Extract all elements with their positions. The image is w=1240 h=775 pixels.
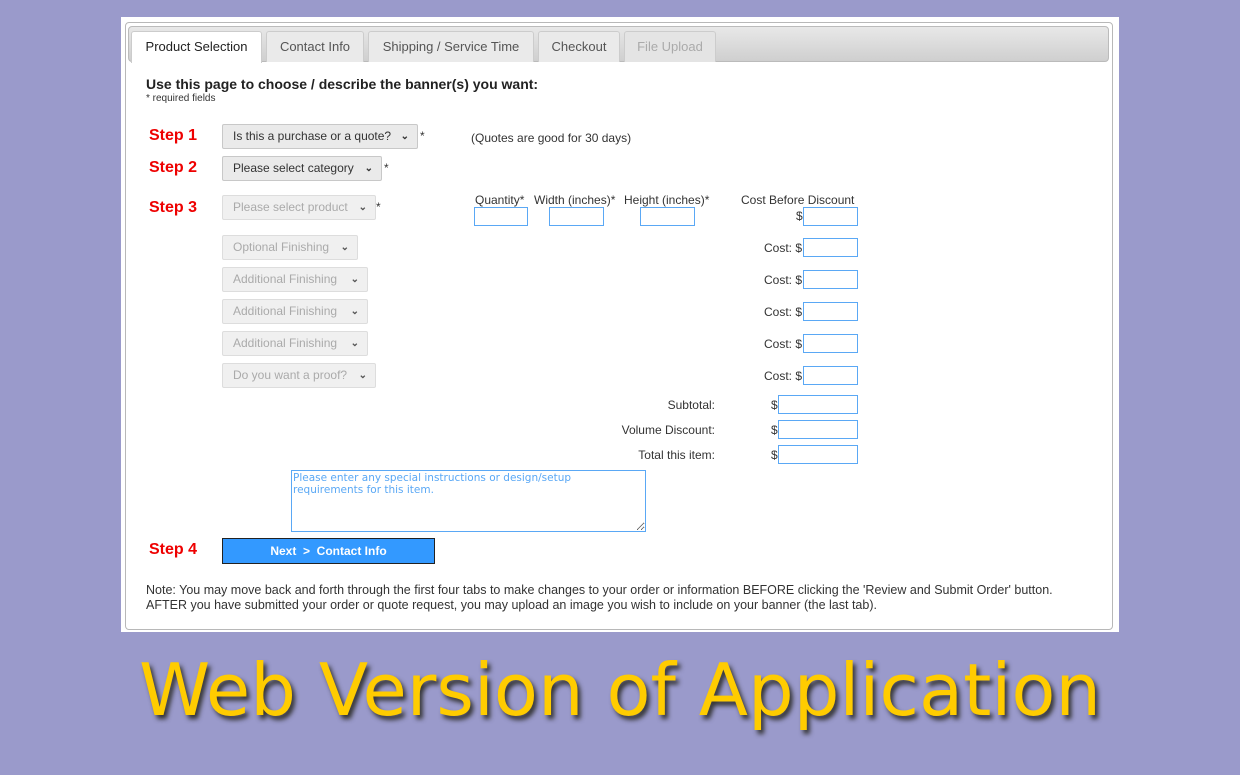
additional-finishing-select-3: Additional Finishing ⌄ xyxy=(222,331,368,356)
navigation-note: Note: You may move back and forth throug… xyxy=(146,583,1053,612)
tab-checkout[interactable]: Checkout xyxy=(538,31,620,62)
required-asterisk: * xyxy=(384,161,389,175)
chevron-down-icon: ⌄ xyxy=(364,163,373,174)
chevron-down-icon: ⌄ xyxy=(400,131,409,142)
select-value: Additional Finishing xyxy=(233,304,338,318)
width-label: Width (inches)* xyxy=(534,193,616,207)
height-label: Height (inches)* xyxy=(624,193,710,207)
select-value: Is this a purchase or a quote? xyxy=(233,129,392,143)
chevron-down-icon: ⌄ xyxy=(340,242,349,253)
dollar-sign: $ xyxy=(771,448,778,462)
cost-label: Cost: $ xyxy=(764,273,803,287)
step-1-label: Step 1 xyxy=(149,127,198,144)
additional-finishing-1-cost-input[interactable] xyxy=(803,270,858,289)
product-select: Please select product ⌄ xyxy=(222,195,376,220)
caption-title: Web Version of Application xyxy=(138,648,1102,732)
required-asterisk: * xyxy=(420,129,425,143)
category-select[interactable]: Please select category ⌄ xyxy=(222,156,382,181)
chevron-down-icon: ⌄ xyxy=(350,274,359,285)
required-asterisk: * xyxy=(376,200,381,214)
select-value: Do you want a proof? xyxy=(233,368,348,382)
proof-cost-input[interactable] xyxy=(803,366,858,385)
proof-select: Do you want a proof? ⌄ xyxy=(222,363,376,388)
special-instructions-textarea[interactable] xyxy=(291,470,646,532)
select-value: Optional Finishing xyxy=(233,240,330,254)
tab-shipping-service-time[interactable]: Shipping / Service Time xyxy=(368,31,534,62)
subtotal-input[interactable] xyxy=(778,395,858,414)
tab-product-selection[interactable]: Product Selection xyxy=(131,31,262,63)
total-item-input[interactable] xyxy=(778,445,858,464)
chevron-down-icon: ⌄ xyxy=(350,338,359,349)
dollar-sign: $ xyxy=(771,398,778,412)
additional-finishing-2-cost-input[interactable] xyxy=(803,302,858,321)
height-input[interactable] xyxy=(640,207,695,226)
dollar-sign: $ xyxy=(771,423,778,437)
next-contact-info-button[interactable]: Next > Contact Info xyxy=(222,538,435,564)
width-input[interactable] xyxy=(549,207,604,226)
select-value: Additional Finishing xyxy=(233,336,338,350)
chevron-down-icon: ⌄ xyxy=(358,202,367,213)
select-value: Please select category xyxy=(233,161,354,175)
chevron-down-icon: ⌄ xyxy=(358,370,367,381)
quantity-label: Quantity* xyxy=(475,193,525,207)
volume-discount-label: Volume Discount: xyxy=(621,423,715,437)
cost-label: Cost: $ xyxy=(764,369,803,383)
cost-before-discount-input[interactable] xyxy=(803,207,858,226)
cost-before-discount-label: Cost Before Discount xyxy=(741,193,855,207)
step-3-label: Step 3 xyxy=(149,199,198,216)
optional-finishing-cost-input[interactable] xyxy=(803,238,858,257)
cost-label: Cost: $ xyxy=(764,337,803,351)
additional-finishing-3-cost-input[interactable] xyxy=(803,334,858,353)
required-note: * required fields xyxy=(146,93,216,104)
purchase-or-quote-select[interactable]: Is this a purchase or a quote? ⌄ xyxy=(222,124,418,149)
step-2-label: Step 2 xyxy=(149,159,198,176)
additional-finishing-select-1: Additional Finishing ⌄ xyxy=(222,267,368,292)
step-4-label: Step 4 xyxy=(149,541,198,558)
select-value: Additional Finishing xyxy=(233,272,338,286)
chevron-down-icon: ⌄ xyxy=(350,306,359,317)
quantity-input[interactable] xyxy=(474,207,528,226)
additional-finishing-select-2: Additional Finishing ⌄ xyxy=(222,299,368,324)
quote-validity-note: (Quotes are good for 30 days) xyxy=(471,131,632,145)
dollar-sign: $ xyxy=(796,209,803,223)
page-heading: Use this page to choose / describe the b… xyxy=(146,76,539,92)
optional-finishing-select: Optional Finishing ⌄ xyxy=(222,235,358,260)
total-item-label: Total this item: xyxy=(638,448,715,462)
tab-contact-info[interactable]: Contact Info xyxy=(266,31,364,62)
volume-discount-input[interactable] xyxy=(778,420,858,439)
subtotal-label: Subtotal: xyxy=(667,398,715,412)
cost-label: Cost: $ xyxy=(764,241,803,255)
cost-label: Cost: $ xyxy=(764,305,803,319)
select-value: Please select product xyxy=(233,200,348,214)
tab-file-upload: File Upload xyxy=(624,31,716,62)
